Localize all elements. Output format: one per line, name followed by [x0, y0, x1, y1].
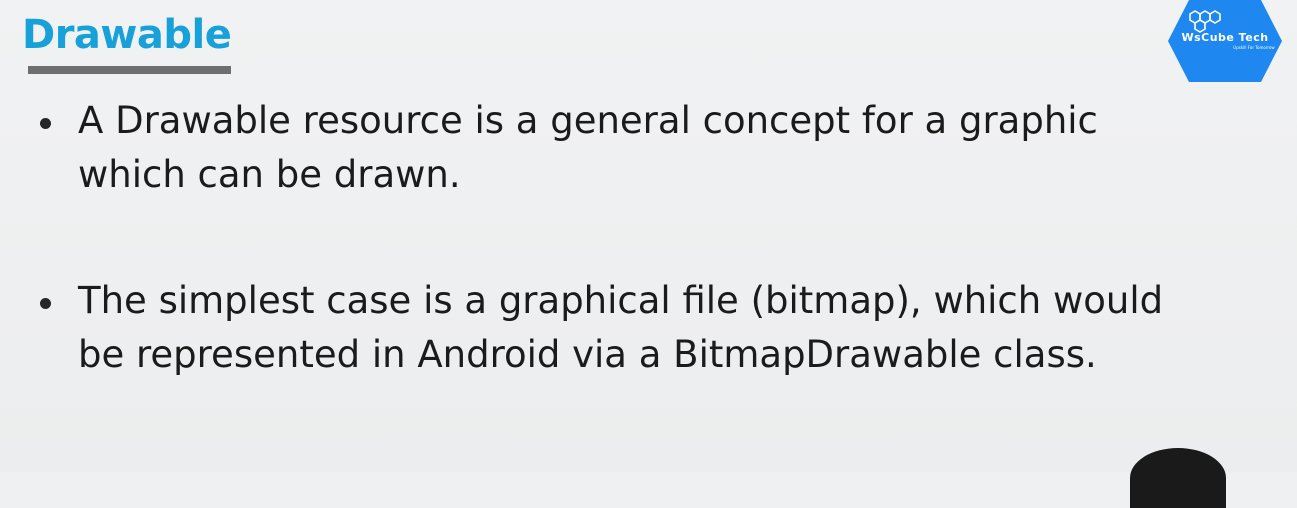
slide-title: Drawable [22, 12, 232, 58]
wscube-tech-logo: WsCube Tech Upskill For Tomorrow [1168, 0, 1282, 82]
logo-tagline: Upskill For Tomorrow [1233, 45, 1275, 50]
bullet-text: A Drawable resource is a general concept… [78, 99, 1098, 196]
bullet-list: A Drawable resource is a general concept… [40, 94, 1210, 382]
bullet-dot-icon [40, 118, 51, 129]
slide: Drawable A Drawable resource is a genera… [0, 0, 1297, 508]
presenter-head [1130, 448, 1226, 508]
logo-text: WsCube Tech [1181, 31, 1268, 44]
bullet-item: A Drawable resource is a general concept… [40, 94, 1210, 202]
bullet-item: The simplest case is a graphical file (b… [40, 274, 1210, 382]
bullet-dot-icon [40, 298, 51, 309]
title-underline [28, 66, 231, 74]
bullet-text: The simplest case is a graphical file (b… [78, 279, 1164, 376]
